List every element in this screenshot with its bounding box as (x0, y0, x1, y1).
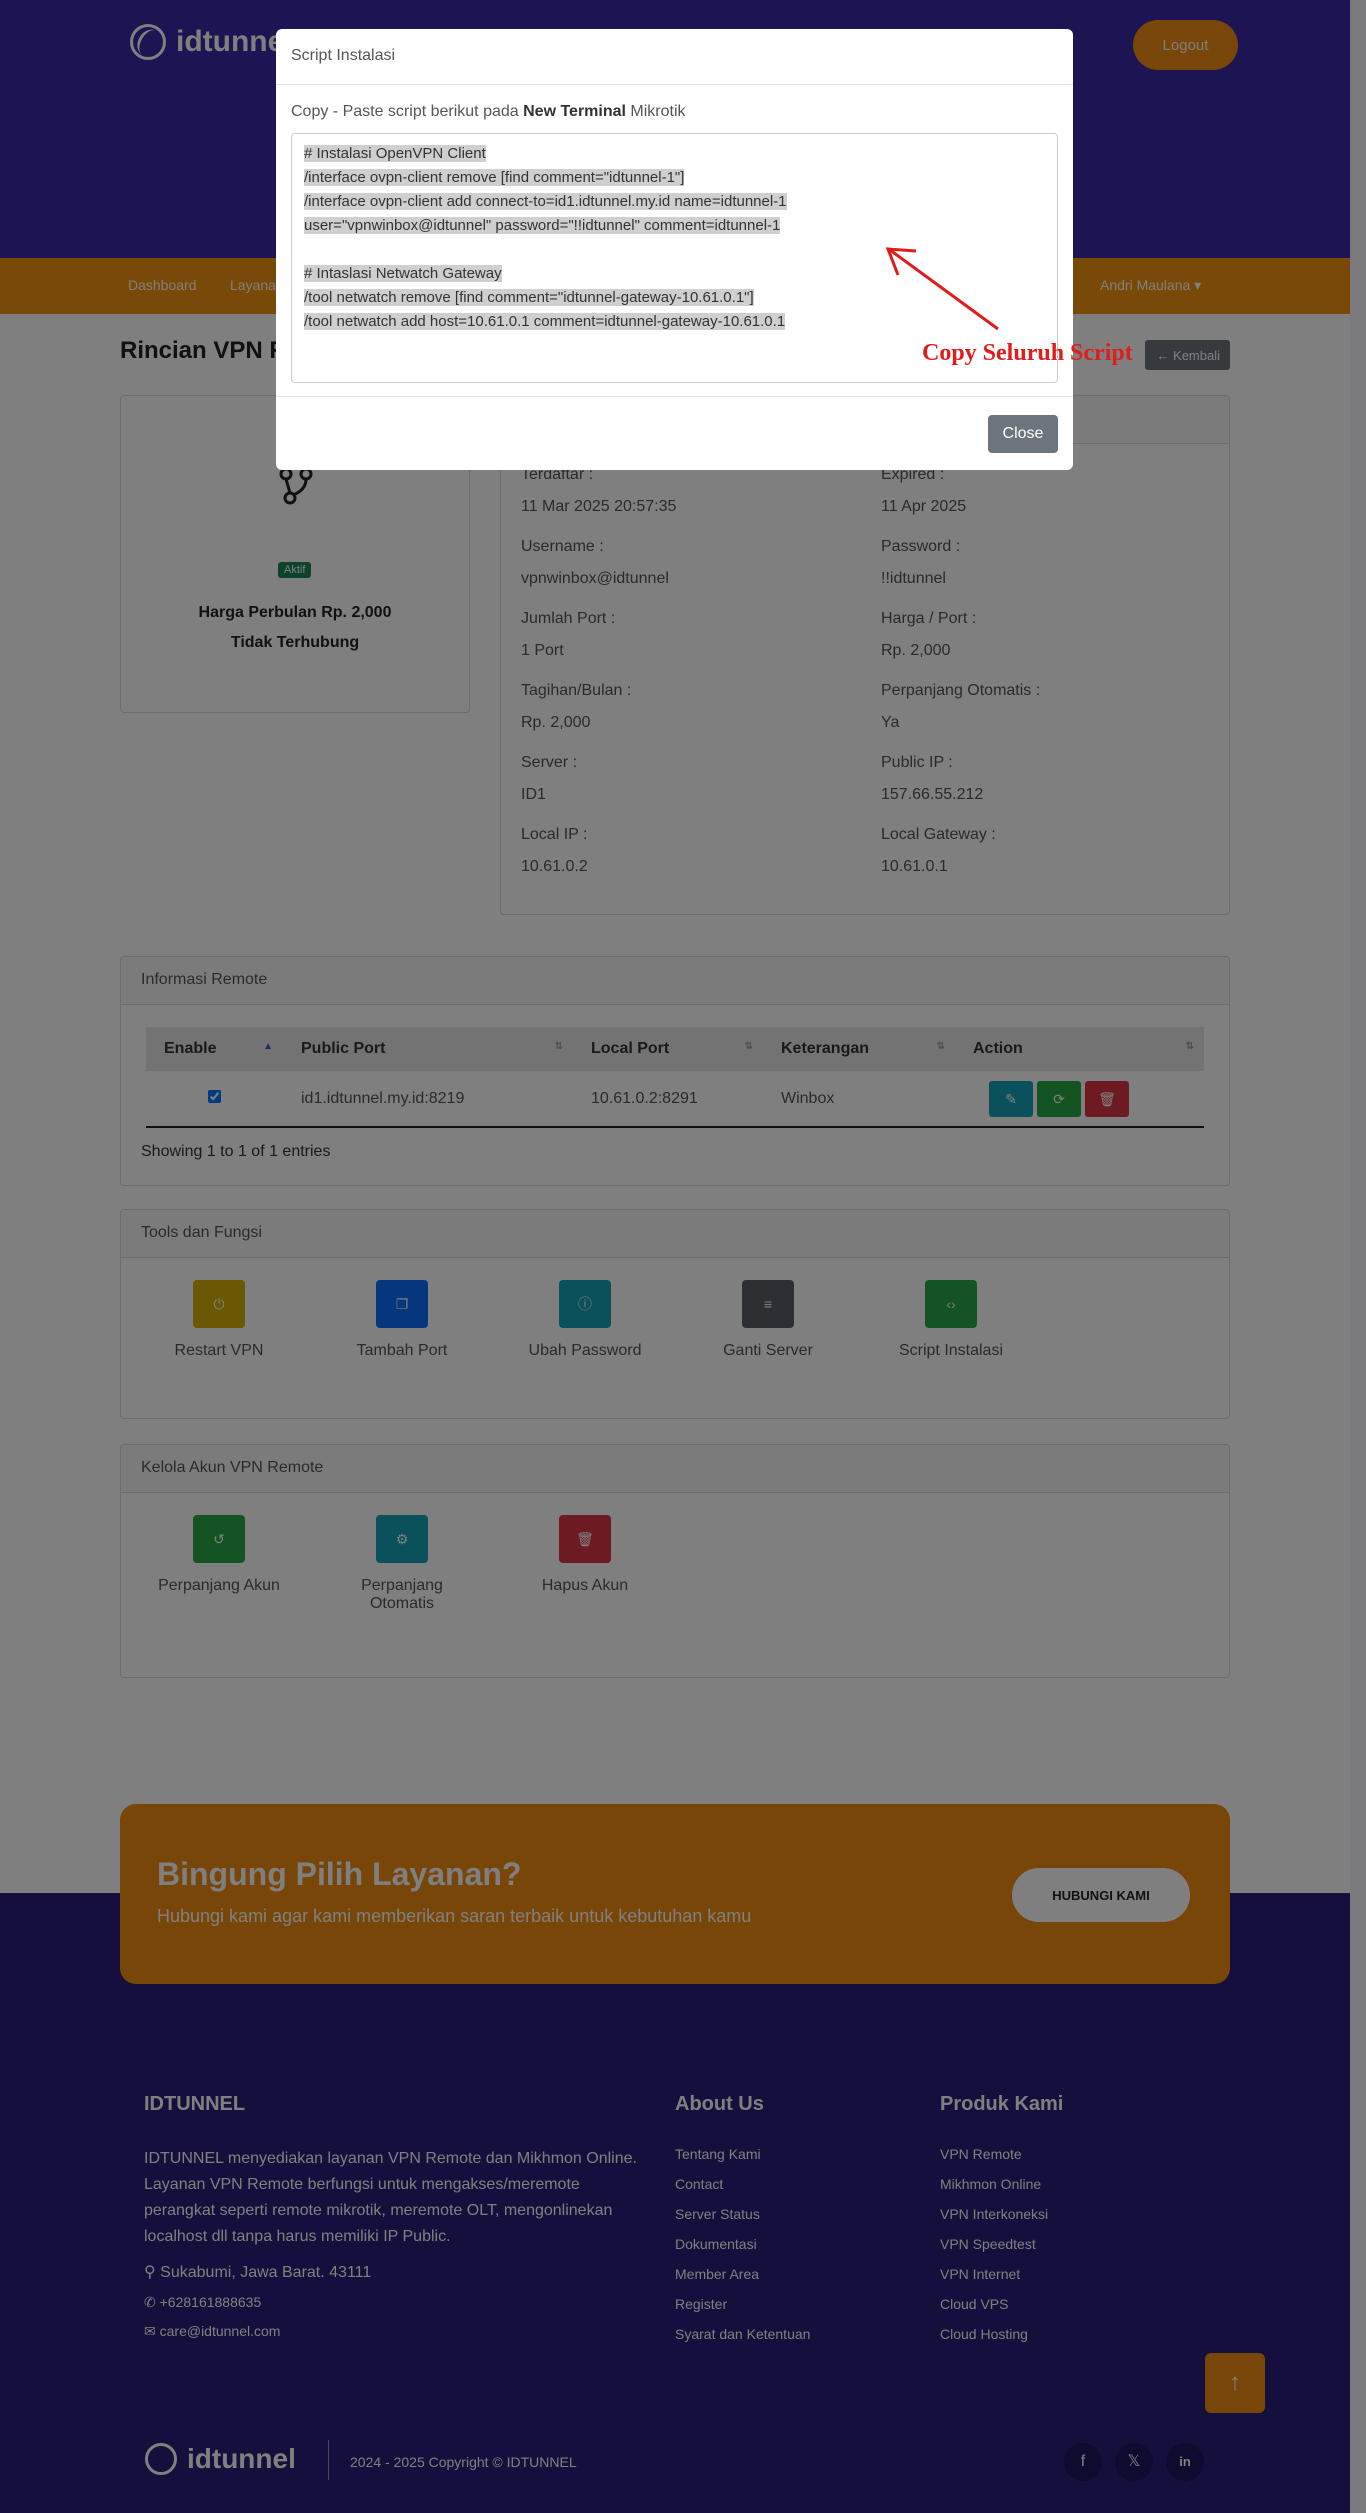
modal-title: Script Instalasi (276, 29, 1073, 85)
modal-intro: Copy - Paste script berikut pada New Ter… (291, 103, 686, 120)
annotation-text: Copy Seluruh Script (922, 340, 1133, 366)
annotation-arrow (885, 247, 999, 331)
close-button[interactable]: Close (988, 415, 1058, 453)
modal-body: Copy - Paste script berikut pada New Ter… (291, 103, 1058, 383)
modal-footer: Close (276, 396, 1073, 470)
